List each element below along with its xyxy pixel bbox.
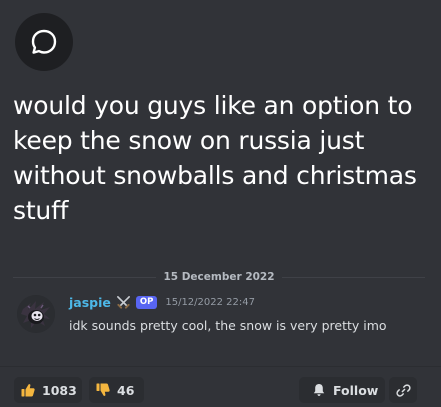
copy-link-button[interactable] bbox=[389, 377, 417, 403]
divider-date: 15 December 2022 bbox=[163, 271, 275, 283]
message-timestamp[interactable]: 15/12/2022 22:47 bbox=[165, 297, 255, 308]
thread-icon bbox=[15, 13, 73, 71]
upvote-count: 1083 bbox=[42, 382, 77, 398]
op-badge: OP bbox=[135, 295, 158, 309]
divider-line-left bbox=[13, 276, 157, 278]
link-icon bbox=[395, 383, 411, 397]
author-name[interactable]: jaspie bbox=[69, 295, 111, 310]
message-body: idk sounds pretty cool, the snow is very… bbox=[69, 318, 387, 333]
thumbs-down-icon bbox=[96, 383, 110, 396]
chat-bubble-icon bbox=[31, 29, 57, 54]
follow-button[interactable]: Follow bbox=[299, 377, 385, 403]
downvote-button[interactable]: 46 bbox=[89, 377, 144, 403]
follow-label: Follow bbox=[333, 382, 379, 398]
upvote-button[interactable]: 1083 bbox=[14, 377, 82, 403]
avatar-image bbox=[17, 295, 55, 333]
thread-title: would you guys like an option to keep th… bbox=[13, 91, 417, 225]
avatar[interactable] bbox=[17, 295, 55, 333]
footer-divider bbox=[0, 366, 441, 367]
message-header: jaspie OP 15/12/2022 22:47 bbox=[69, 293, 255, 311]
crossed-swords-icon bbox=[116, 295, 130, 309]
bell-icon bbox=[313, 384, 325, 396]
divider-line-right bbox=[281, 276, 425, 278]
date-divider: 15 December 2022 bbox=[13, 271, 425, 283]
thumbs-up-icon bbox=[21, 384, 35, 397]
downvote-count: 46 bbox=[117, 382, 135, 398]
